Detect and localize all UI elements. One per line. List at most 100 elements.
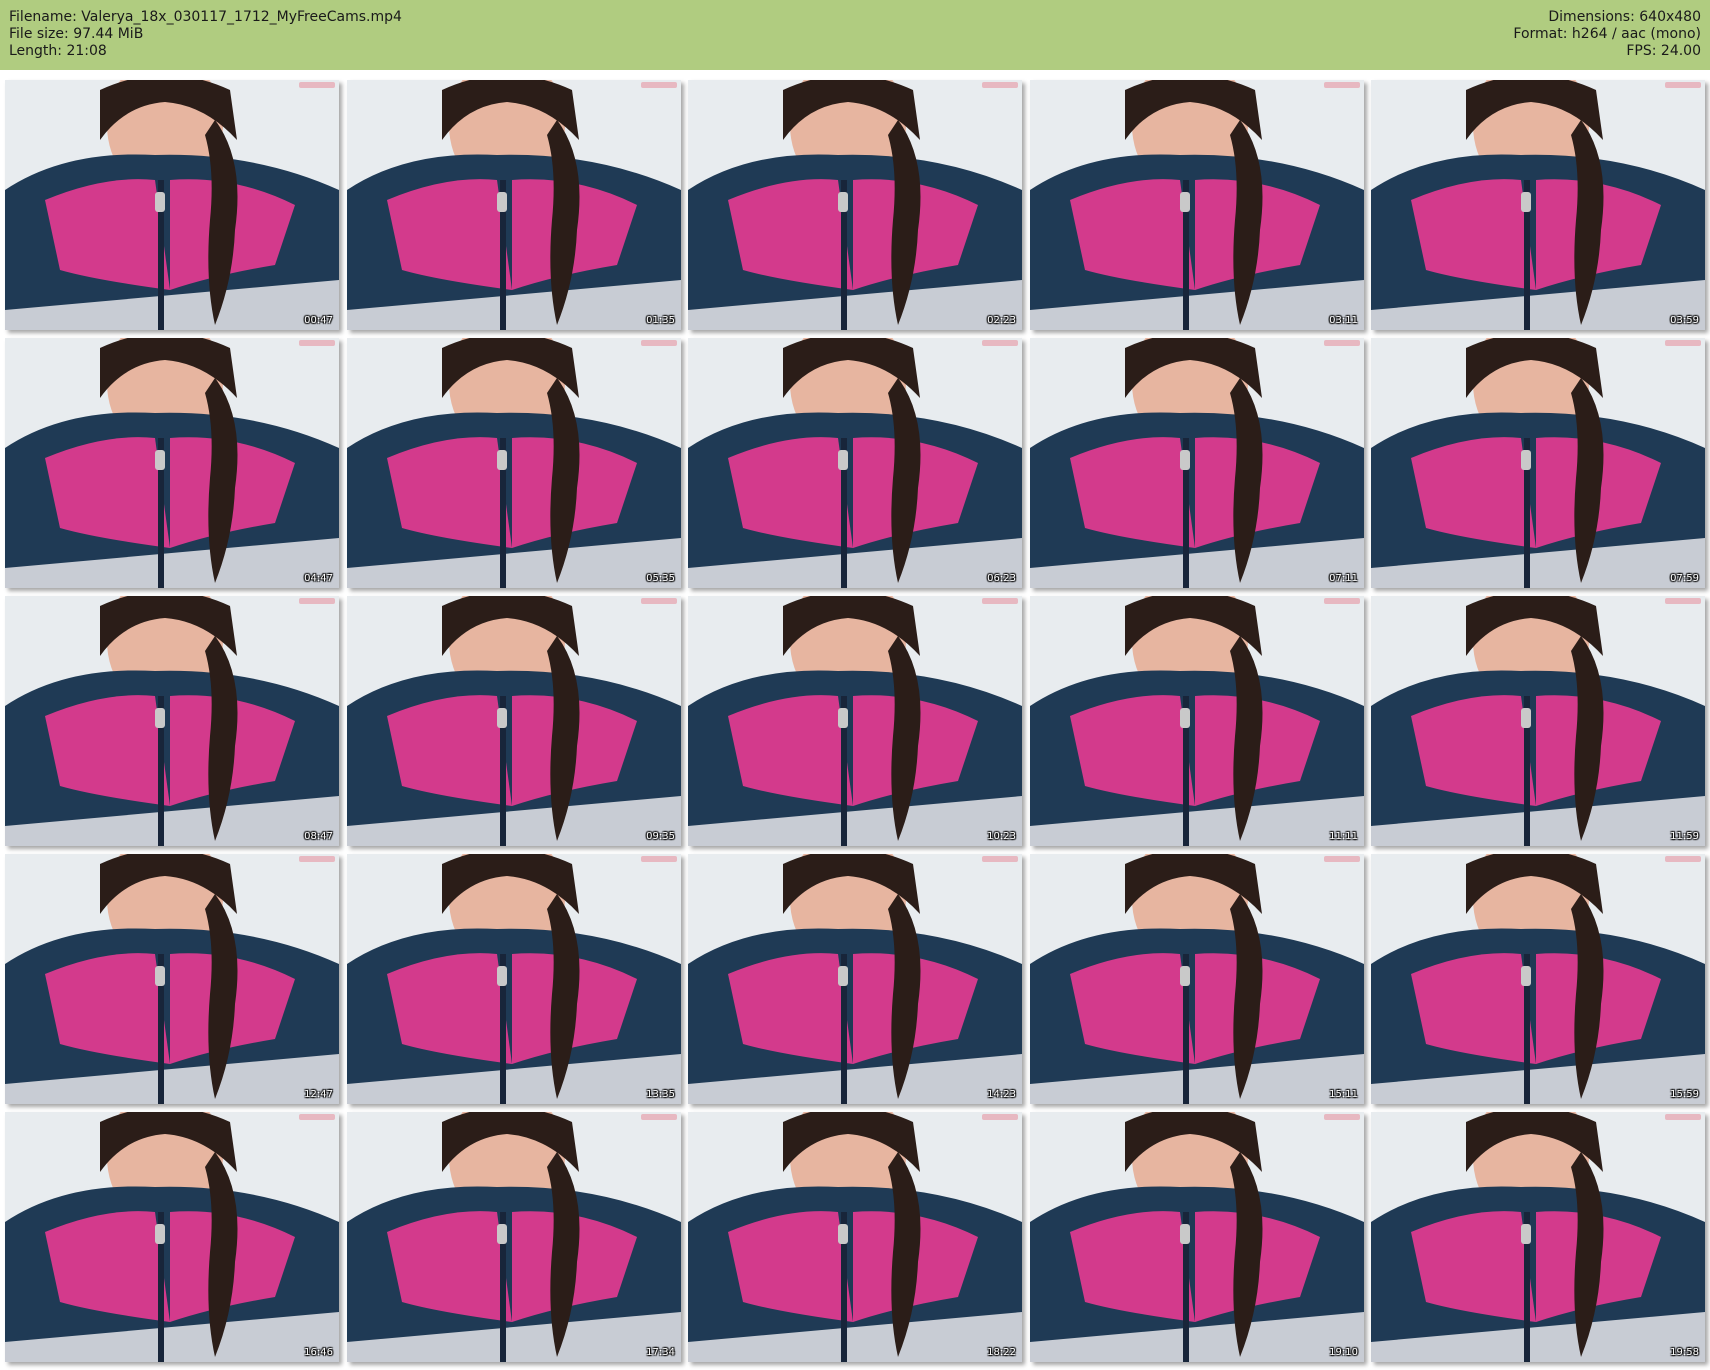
watermark-logo: [1324, 598, 1360, 604]
timestamp-label: 13:35: [646, 1089, 675, 1100]
frame-image: [688, 338, 1022, 588]
frame-image: [347, 854, 681, 1104]
frame-image: [1030, 1112, 1364, 1362]
timestamp-label: 17:34: [646, 1347, 675, 1358]
timestamp-label: 18:22: [987, 1347, 1016, 1358]
watermark-logo: [1324, 856, 1360, 862]
watermark-logo: [1665, 82, 1701, 88]
timestamp-label: 06:23: [987, 573, 1016, 584]
timestamp-label: 12:47: [304, 1089, 333, 1100]
video-thumbnail: 15:59: [1371, 854, 1705, 1104]
watermark-logo: [641, 1114, 677, 1120]
video-thumbnail: 04:47: [5, 338, 339, 588]
video-thumbnail: 05:35: [347, 338, 681, 588]
timestamp-label: 01:35: [646, 315, 675, 326]
watermark-logo: [299, 82, 335, 88]
timestamp-label: 15:59: [1670, 1089, 1699, 1100]
video-thumbnail: 11:59: [1371, 596, 1705, 846]
fps-text: FPS: 24.00: [1626, 43, 1701, 59]
frame-image: [1030, 80, 1364, 330]
video-thumbnail: 03:59: [1371, 80, 1705, 330]
filename-text: Filename: Valerya_18x_030117_1712_MyFree…: [9, 9, 402, 25]
frame-image: [5, 854, 339, 1104]
format-text: Format: h264 / aac (mono): [1513, 26, 1701, 42]
video-thumbnail: 00:47: [5, 80, 339, 330]
video-thumbnail: 10:23: [688, 596, 1022, 846]
timestamp-label: 04:47: [304, 573, 333, 584]
frame-image: [1030, 596, 1364, 846]
video-thumbnail: 03:11: [1030, 80, 1364, 330]
video-thumbnail: 14:23: [688, 854, 1022, 1104]
timestamp-label: 08:47: [304, 831, 333, 842]
watermark-logo: [982, 82, 1018, 88]
watermark-logo: [299, 340, 335, 346]
frame-image: [347, 1112, 681, 1362]
video-thumbnail: 11:11: [1030, 596, 1364, 846]
frame-image: [688, 596, 1022, 846]
video-thumbnail: 19:10: [1030, 1112, 1364, 1362]
video-thumbnail: 07:11: [1030, 338, 1364, 588]
timestamp-label: 03:59: [1670, 315, 1699, 326]
frame-image: [1371, 80, 1705, 330]
frame-image: [347, 596, 681, 846]
frame-image: [1371, 596, 1705, 846]
frame-image: [347, 80, 681, 330]
video-thumbnail: 06:23: [688, 338, 1022, 588]
timestamp-label: 00:47: [304, 315, 333, 326]
info-right: Dimensions: 640x480 Format: h264 / aac (…: [1513, 9, 1701, 60]
timestamp-label: 15:11: [1329, 1089, 1358, 1100]
video-thumbnail: 13:35: [347, 854, 681, 1104]
watermark-logo: [299, 1114, 335, 1120]
timestamp-label: 11:59: [1670, 831, 1699, 842]
watermark-logo: [1665, 1114, 1701, 1120]
watermark-logo: [1665, 598, 1701, 604]
watermark-logo: [299, 856, 335, 862]
video-thumbnail: 08:47: [5, 596, 339, 846]
timestamp-label: 07:59: [1670, 573, 1699, 584]
timestamp-label: 05:35: [646, 573, 675, 584]
video-thumbnail: 02:23: [688, 80, 1022, 330]
video-thumbnail: 15:11: [1030, 854, 1364, 1104]
video-thumbnail: 12:47: [5, 854, 339, 1104]
video-thumbnail: 18:22: [688, 1112, 1022, 1362]
watermark-logo: [641, 856, 677, 862]
watermark-logo: [299, 598, 335, 604]
watermark-logo: [982, 340, 1018, 346]
frame-image: [5, 80, 339, 330]
watermark-logo: [1324, 340, 1360, 346]
timestamp-label: 19:10: [1329, 1347, 1358, 1358]
timestamp-label: 16:46: [304, 1347, 333, 1358]
info-left: Filename: Valerya_18x_030117_1712_MyFree…: [9, 9, 402, 60]
video-thumbnail: 09:35: [347, 596, 681, 846]
frame-image: [1371, 338, 1705, 588]
video-thumbnail: 16:46: [5, 1112, 339, 1362]
video-thumbnail: 07:59: [1371, 338, 1705, 588]
length-text: Length: 21:08: [9, 43, 107, 59]
frame-image: [688, 1112, 1022, 1362]
watermark-logo: [982, 856, 1018, 862]
timestamp-label: 19:58: [1670, 1347, 1699, 1358]
filesize-text: File size: 97.44 MiB: [9, 26, 144, 42]
watermark-logo: [1665, 856, 1701, 862]
frame-image: [5, 596, 339, 846]
frame-image: [5, 338, 339, 588]
watermark-logo: [1324, 82, 1360, 88]
frame-image: [5, 1112, 339, 1362]
watermark-logo: [1324, 1114, 1360, 1120]
frame-image: [688, 80, 1022, 330]
thumbnail-grid: 00:47 01:35 02:23 03:11 03:59 04:47 05:35 06:23…: [5, 80, 1705, 1365]
watermark-logo: [982, 598, 1018, 604]
frame-image: [347, 338, 681, 588]
watermark-logo: [982, 1114, 1018, 1120]
watermark-logo: [641, 340, 677, 346]
watermark-logo: [641, 598, 677, 604]
frame-image: [1030, 338, 1364, 588]
timestamp-label: 10:23: [987, 831, 1016, 842]
info-header: Filename: Valerya_18x_030117_1712_MyFree…: [0, 0, 1710, 70]
timestamp-label: 07:11: [1329, 573, 1358, 584]
video-thumbnail: 17:34: [347, 1112, 681, 1362]
frame-image: [1371, 854, 1705, 1104]
watermark-logo: [1665, 340, 1701, 346]
frame-image: [1030, 854, 1364, 1104]
frame-image: [688, 854, 1022, 1104]
